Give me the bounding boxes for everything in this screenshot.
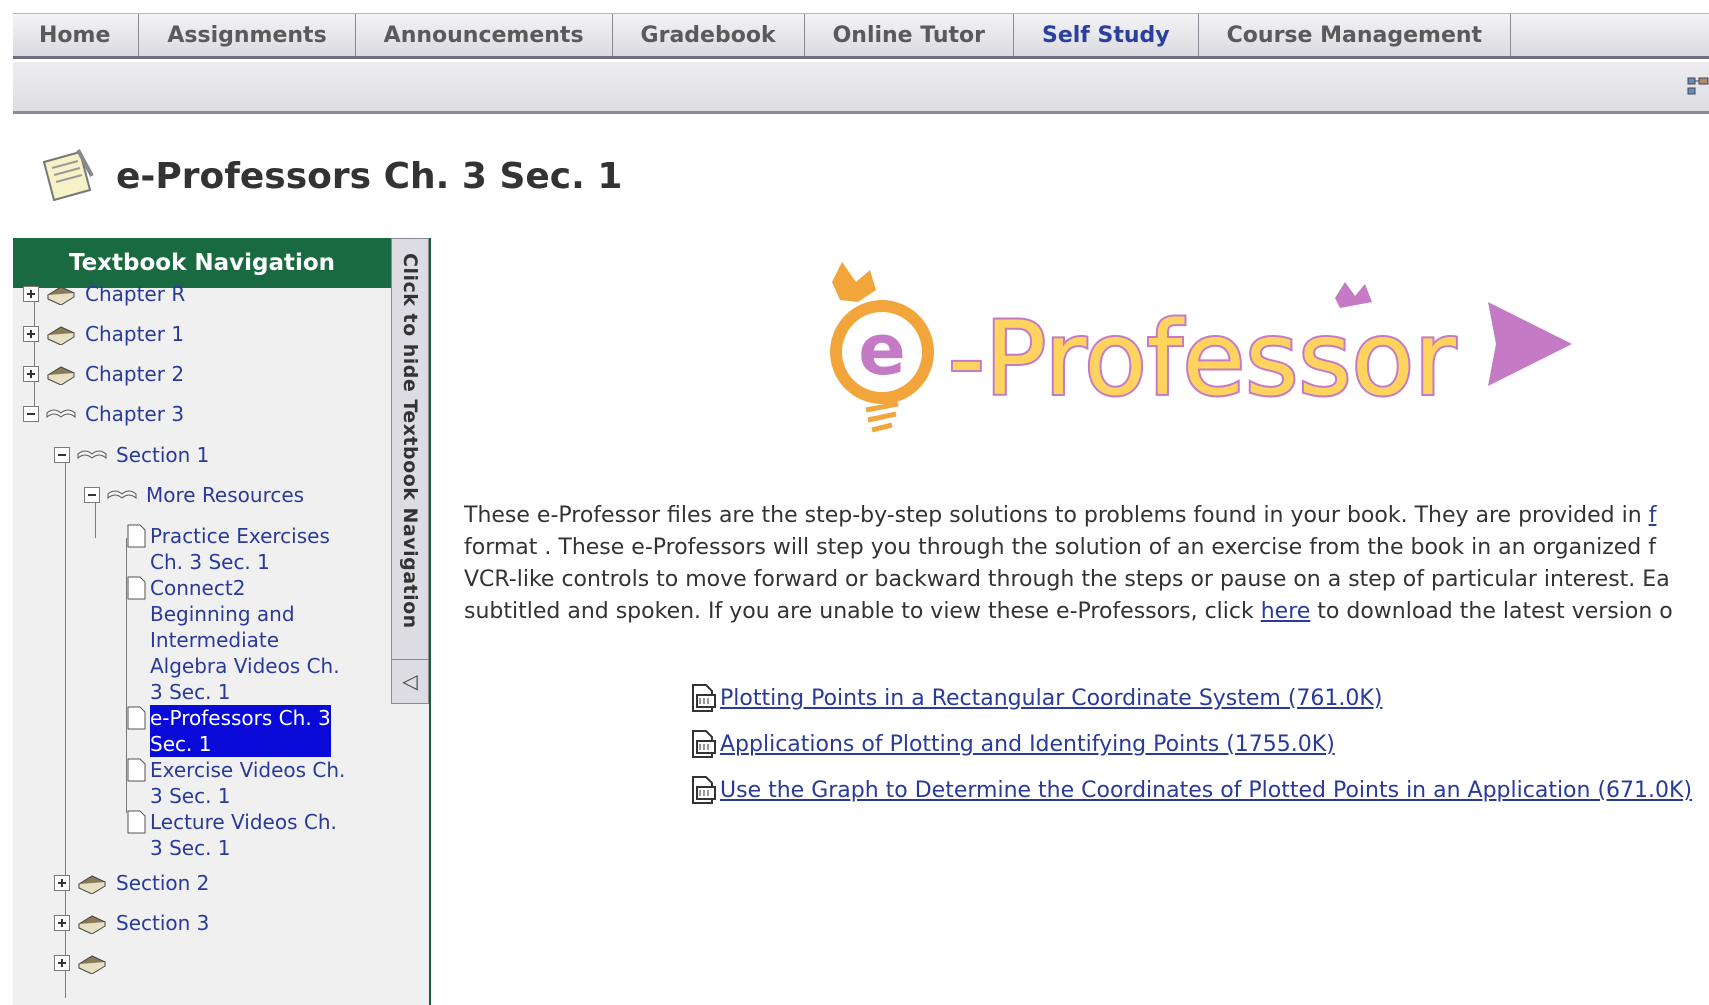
- textbook-navigation-panel: Textbook Navigation Click to hide Textbo…: [13, 238, 431, 1005]
- tree-item-lecture-videos[interactable]: Lecture Videos Ch. 3 Sec. 1: [126, 809, 337, 861]
- tree-item-practice-exercises[interactable]: Practice Exercises Ch. 3 Sec. 1: [126, 523, 330, 575]
- notepad-icon: [42, 149, 94, 202]
- e-professor-logo: e -Professor: [830, 262, 1572, 433]
- svg-text:-Professor: -Professor: [948, 300, 1456, 419]
- file-list-item: Plotting Points in a Rectangular Coordin…: [690, 675, 1692, 721]
- collapse-arrow-icon[interactable]: ◁: [392, 659, 428, 702]
- tree-item-more-resources[interactable]: More Resources: [84, 482, 304, 508]
- expand-icon[interactable]: [54, 915, 70, 931]
- file-link-plotting-points[interactable]: Plotting Points in a Rectangular Coordin…: [720, 686, 1382, 711]
- tree-item-section-1[interactable]: Section 1: [54, 442, 209, 468]
- tab-course-management[interactable]: Course Management: [1199, 14, 1512, 56]
- open-book-icon: [46, 409, 76, 419]
- format-link[interactable]: f: [1649, 503, 1657, 528]
- tab-online-tutor[interactable]: Online Tutor: [805, 14, 1014, 56]
- sitemap-icon[interactable]: [1687, 76, 1709, 96]
- tree-item-e-professors[interactable]: e-Professors Ch. 3 Sec. 1: [126, 705, 331, 757]
- collapse-icon[interactable]: [84, 487, 100, 503]
- intro-paragraph: These e-Professor files are the step-by-…: [464, 500, 1709, 628]
- tree-item-section-3[interactable]: Section 3: [54, 910, 209, 936]
- file-link-applications[interactable]: Applications of Plotting and Identifying…: [720, 732, 1335, 757]
- collapse-icon[interactable]: [23, 406, 39, 422]
- hide-navigation-button[interactable]: Click to hide Textbook Navigation ◁: [391, 238, 429, 704]
- intro-text: These e-Professor files are the step-by-…: [464, 503, 1649, 528]
- tab-self-study[interactable]: Self Study: [1014, 14, 1199, 56]
- document-icon: [127, 758, 146, 782]
- download-here-link[interactable]: here: [1261, 599, 1311, 624]
- file-list-item: Use the Graph to Determine the Coordinat…: [690, 767, 1692, 813]
- page-title-area: e-Professors Ch. 3 Sec. 1: [38, 145, 622, 207]
- e-professor-file-list: Plotting Points in a Rectangular Coordin…: [690, 675, 1692, 813]
- tree-item-chapter-2[interactable]: Chapter 2: [23, 361, 184, 387]
- video-file-icon: [692, 776, 716, 804]
- tree-item-section-2[interactable]: Section 2: [54, 870, 209, 896]
- closed-book-icon: [77, 875, 107, 894]
- tree-item-chapter-1[interactable]: Chapter 1: [23, 321, 184, 347]
- file-link-use-the-graph[interactable]: Use the Graph to Determine the Coordinat…: [720, 778, 1692, 803]
- expand-icon[interactable]: [23, 286, 39, 302]
- expand-icon[interactable]: [54, 875, 70, 891]
- intro-text: to download the latest version o: [1310, 599, 1673, 624]
- open-book-icon: [77, 450, 107, 460]
- svg-text:e: e: [858, 309, 905, 391]
- closed-book-icon: [77, 955, 107, 974]
- closed-book-icon: [77, 915, 107, 934]
- document-icon: [127, 706, 146, 730]
- document-icon: [127, 524, 146, 548]
- open-book-icon: [107, 490, 137, 500]
- tab-gradebook[interactable]: Gradebook: [613, 14, 805, 56]
- file-list-item: Applications of Plotting and Identifying…: [690, 721, 1692, 767]
- page-title: e-Professors Ch. 3 Sec. 1: [116, 155, 623, 197]
- closed-book-icon: [46, 326, 76, 345]
- sub-toolbar: [13, 62, 1709, 114]
- tab-assignments[interactable]: Assignments: [139, 14, 356, 56]
- expand-icon[interactable]: [54, 955, 70, 971]
- intro-text: subtitled and spoken. If you are unable …: [464, 599, 1261, 624]
- main-tab-bar: Home Assignments Announcements Gradebook…: [13, 13, 1709, 59]
- expand-icon[interactable]: [23, 366, 39, 382]
- tree-item-chapter-3[interactable]: Chapter 3: [23, 401, 184, 427]
- closed-book-icon: [46, 286, 76, 305]
- tab-home[interactable]: Home: [13, 14, 140, 56]
- tree-item-partial[interactable]: [54, 950, 116, 974]
- video-file-icon: [692, 684, 716, 712]
- document-icon: [127, 810, 146, 834]
- tree-item-chapter-r[interactable]: Chapter R: [23, 281, 185, 307]
- collapse-icon[interactable]: [54, 447, 70, 463]
- tree-item-connect2-videos[interactable]: Connect2 Beginning and Intermediate Alge…: [126, 575, 340, 705]
- video-file-icon: [692, 730, 716, 758]
- tab-announcements[interactable]: Announcements: [356, 14, 613, 56]
- intro-text: format . These e-Professors will step yo…: [464, 535, 1656, 560]
- expand-icon[interactable]: [23, 326, 39, 342]
- tree-item-exercise-videos[interactable]: Exercise Videos Ch. 3 Sec. 1: [126, 757, 345, 809]
- hide-navigation-label: Click to hide Textbook Navigation: [399, 253, 421, 629]
- closed-book-icon: [46, 366, 76, 385]
- document-icon: [127, 576, 146, 600]
- intro-text: VCR-like controls to move forward or bac…: [464, 567, 1670, 592]
